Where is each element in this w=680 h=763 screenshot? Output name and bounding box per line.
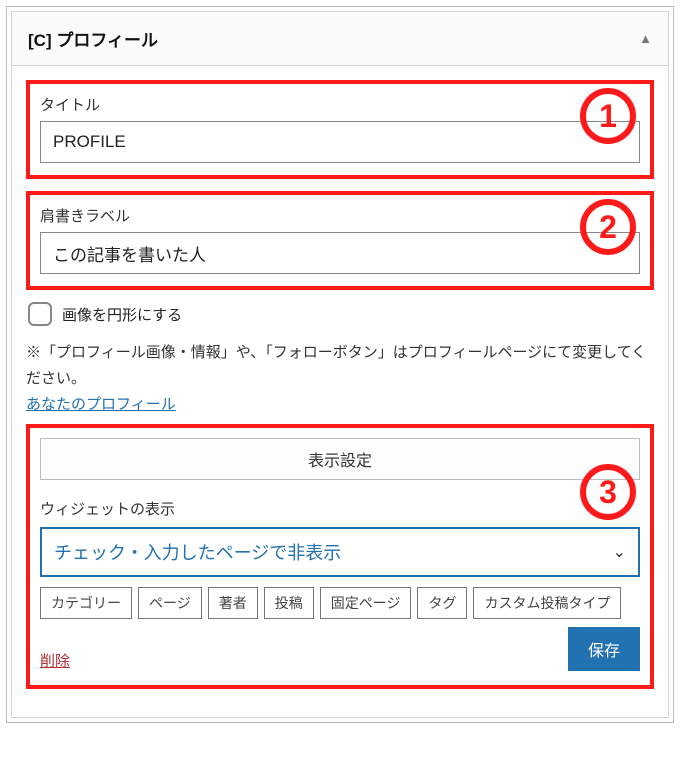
widget-display-select[interactable]: チェック・入力したページで非表示 bbox=[40, 527, 640, 577]
filter-tabs: カテゴリー ページ 著者 投稿 固定ページ タグ カスタム投稿タイプ bbox=[40, 587, 640, 619]
tab-custom-post-type[interactable]: カスタム投稿タイプ bbox=[473, 587, 621, 619]
tab-fixed-page[interactable]: 固定ページ bbox=[320, 587, 412, 619]
widget-panel: [C] プロフィール ▲ 1 タイトル 2 肩書きラベル 画像を円形にする bbox=[6, 6, 674, 723]
collapse-icon: ▲ bbox=[639, 31, 652, 46]
tab-post[interactable]: 投稿 bbox=[264, 587, 314, 619]
display-settings-button[interactable]: 表示設定 bbox=[40, 438, 640, 480]
bottom-row: 削除 保存 bbox=[40, 627, 640, 671]
profile-link[interactable]: あなたのプロフィール bbox=[26, 393, 176, 414]
widget-display-label: ウィジェットの表示 bbox=[40, 498, 640, 519]
highlight-box-2: 2 肩書きラベル bbox=[26, 191, 654, 290]
delete-link[interactable]: 削除 bbox=[40, 650, 70, 671]
widget-title: [C] プロフィール bbox=[28, 26, 158, 51]
tab-category[interactable]: カテゴリー bbox=[40, 587, 132, 619]
shoulder-input[interactable] bbox=[40, 232, 640, 274]
shoulder-label: 肩書きラベル bbox=[40, 205, 640, 226]
circle-image-row[interactable]: 画像を円形にする bbox=[28, 302, 652, 326]
tab-page[interactable]: ページ bbox=[138, 587, 202, 619]
tab-tag[interactable]: タグ bbox=[417, 587, 467, 619]
highlight-box-1: 1 タイトル bbox=[26, 80, 654, 179]
title-label: タイトル bbox=[40, 94, 640, 115]
widget-display-select-wrap: チェック・入力したページで非表示 ⌄ bbox=[40, 527, 640, 577]
highlight-box-3: 3 表示設定 ウィジェットの表示 チェック・入力したページで非表示 ⌄ カテゴリ… bbox=[26, 424, 654, 689]
circle-image-label: 画像を円形にする bbox=[62, 304, 182, 325]
tab-author[interactable]: 著者 bbox=[208, 587, 258, 619]
widget: [C] プロフィール ▲ 1 タイトル 2 肩書きラベル 画像を円形にする bbox=[11, 11, 669, 718]
widget-body: 1 タイトル 2 肩書きラベル 画像を円形にする ※「プロフィール画像・情報」や… bbox=[12, 66, 668, 717]
circle-image-checkbox[interactable] bbox=[28, 302, 52, 326]
title-input[interactable] bbox=[40, 121, 640, 163]
note-text: ※「プロフィール画像・情報」や、「フォローボタン」はプロフィールページにて変更し… bbox=[26, 340, 654, 391]
save-button[interactable]: 保存 bbox=[568, 627, 640, 671]
widget-header[interactable]: [C] プロフィール ▲ bbox=[12, 12, 668, 66]
